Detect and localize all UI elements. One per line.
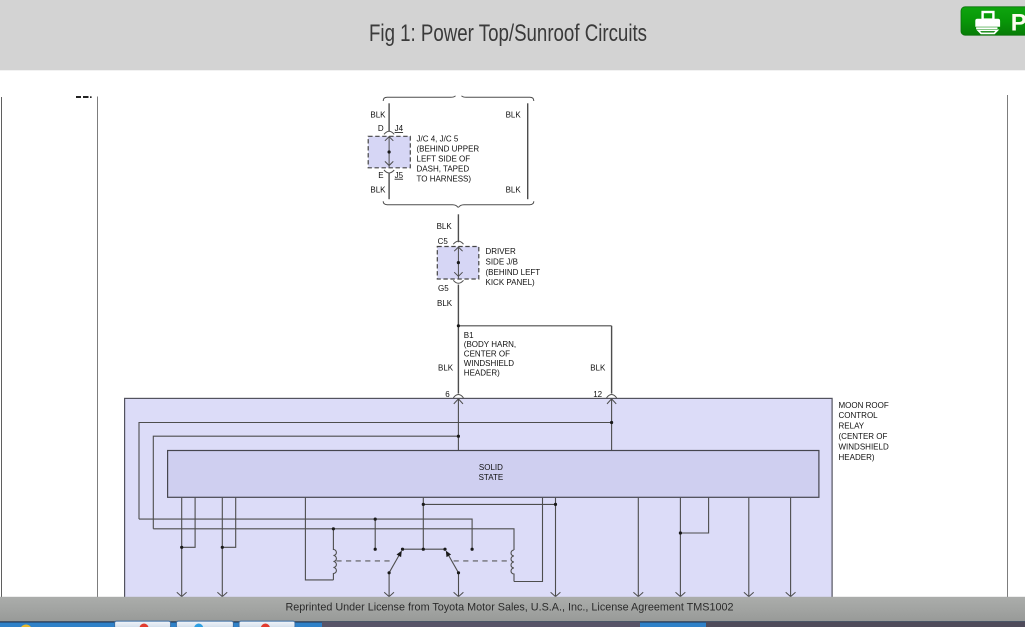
svg-text:Fig 1: Power Top/Sunroof Circu: Fig 1: Power Top/Sunroof Circuits [369, 20, 647, 47]
svg-text:DASH, TAPED: DASH, TAPED [417, 164, 470, 173]
svg-text:C5: C5 [438, 237, 449, 246]
svg-text:J4: J4 [395, 124, 404, 133]
svg-text:6: 6 [445, 390, 450, 399]
svg-text:J/C 4, J/C 5: J/C 4, J/C 5 [417, 134, 459, 143]
svg-text:BLK: BLK [437, 299, 453, 308]
svg-text:BLK: BLK [506, 111, 522, 120]
svg-text:DRIVER: DRIVER [486, 247, 516, 256]
svg-text:MOON ROOF: MOON ROOF [839, 401, 889, 410]
svg-text:LEFT SIDE OF: LEFT SIDE OF [417, 154, 471, 163]
svg-text:HEADER): HEADER) [839, 453, 875, 462]
svg-text:STATE: STATE [479, 473, 504, 482]
svg-text:BLK: BLK [370, 185, 386, 194]
svg-text:BLK: BLK [506, 185, 522, 194]
svg-text:12: 12 [593, 390, 602, 399]
svg-text:TO HARNESS): TO HARNESS) [417, 174, 472, 183]
svg-text:J5: J5 [395, 171, 404, 180]
svg-text:E: E [378, 171, 383, 180]
svg-text:WINDSHIELD: WINDSHIELD [464, 359, 514, 368]
svg-text:BLK: BLK [438, 363, 454, 372]
svg-text:BLK: BLK [437, 222, 453, 231]
svg-text:Reprinted Under License from T: Reprinted Under License from Toyota Moto… [286, 601, 734, 613]
svg-text:SIDE J/B: SIDE J/B [486, 257, 518, 266]
svg-text:HEADER): HEADER) [464, 368, 500, 377]
svg-text:WINDSHIELD: WINDSHIELD [839, 442, 889, 451]
svg-text:SOLID: SOLID [479, 463, 503, 472]
svg-text:CONTROL: CONTROL [839, 411, 879, 420]
svg-text:RELAY: RELAY [839, 422, 865, 431]
svg-text:BLK: BLK [370, 111, 386, 120]
svg-text:(BODY HARN,: (BODY HARN, [464, 340, 516, 349]
svg-text:CENTER OF: CENTER OF [464, 350, 510, 359]
svg-text:(CENTER OF: (CENTER OF [839, 432, 888, 441]
svg-text:B1: B1 [464, 331, 474, 340]
svg-text:BLK: BLK [590, 363, 606, 372]
svg-text:D: D [378, 124, 384, 133]
svg-text:Print: Print [1011, 9, 1025, 36]
svg-text:KICK PANEL): KICK PANEL) [486, 278, 536, 287]
svg-text:G5: G5 [438, 284, 449, 293]
svg-text:(BEHIND LEFT: (BEHIND LEFT [486, 268, 541, 277]
svg-text:(BEHIND UPPER: (BEHIND UPPER [417, 144, 480, 153]
